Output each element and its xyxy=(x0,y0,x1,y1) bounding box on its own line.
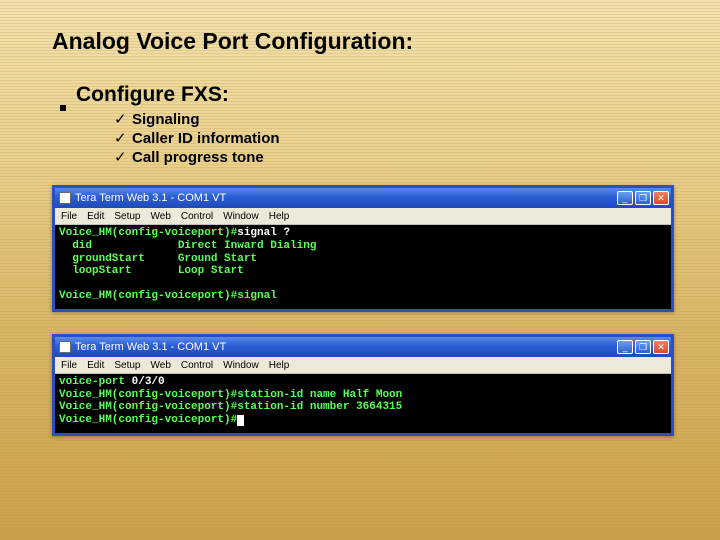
list-item: ✓ Call progress tone xyxy=(114,149,680,168)
term-line: Voice_HM(config-voiceport)#station-id na… xyxy=(59,389,402,401)
window-titlebar: Tera Term Web 3.1 - COM1 VT _ ❐ ✕ xyxy=(55,188,671,208)
menu-web[interactable]: Web xyxy=(151,360,171,371)
close-button[interactable]: ✕ xyxy=(653,340,669,354)
minimize-button[interactable]: _ xyxy=(617,191,633,205)
sub-list: ✓ Signaling ✓ Caller ID information ✓ Ca… xyxy=(114,111,680,167)
app-icon xyxy=(59,341,71,353)
terminal-window-2: Tera Term Web 3.1 - COM1 VT _ ❐ ✕ File E… xyxy=(52,334,674,436)
menu-control[interactable]: Control xyxy=(181,360,213,371)
menu-window[interactable]: Window xyxy=(223,211,259,222)
term-line: Voice_HM(config-voiceport)# xyxy=(59,227,237,239)
term-line: groundStart Ground Start xyxy=(59,253,257,265)
app-icon xyxy=(59,192,71,204)
window-title: Tera Term Web 3.1 - COM1 VT xyxy=(75,341,617,353)
menu-window[interactable]: Window xyxy=(223,360,259,371)
terminal-window-1: Tera Term Web 3.1 - COM1 VT _ ❐ ✕ File E… xyxy=(52,185,674,312)
window-titlebar: Tera Term Web 3.1 - COM1 VT _ ❐ ✕ xyxy=(55,337,671,357)
term-line: voice-port xyxy=(59,376,132,388)
term-line: Voice_HM(config-voiceport)#signal xyxy=(59,290,277,302)
sub-text: Signaling xyxy=(132,111,200,130)
check-icon: ✓ xyxy=(114,130,132,149)
terminal-body[interactable]: Voice_HM(config-voiceport)#signal ? did … xyxy=(55,225,671,309)
menu-help[interactable]: Help xyxy=(269,360,290,371)
term-line: Voice_HM(config-voiceport)# xyxy=(59,414,237,426)
menu-edit[interactable]: Edit xyxy=(87,360,104,371)
sub-text: Caller ID information xyxy=(132,130,280,149)
bullet-icon xyxy=(60,105,66,111)
list-item: ✓ Signaling xyxy=(114,111,680,130)
menu-file[interactable]: File xyxy=(61,360,77,371)
check-icon: ✓ xyxy=(114,149,132,168)
menu-control[interactable]: Control xyxy=(181,211,213,222)
bullet-text: Configure FXS: xyxy=(76,83,229,107)
check-icon: ✓ xyxy=(114,111,132,130)
close-button[interactable]: ✕ xyxy=(653,191,669,205)
menu-edit[interactable]: Edit xyxy=(87,211,104,222)
cursor-icon xyxy=(237,415,244,426)
menu-web[interactable]: Web xyxy=(151,211,171,222)
term-line: loopStart Loop Start xyxy=(59,265,244,277)
window-menubar: File Edit Setup Web Control Window Help xyxy=(55,357,671,374)
maximize-button[interactable]: ❐ xyxy=(635,340,651,354)
window-title: Tera Term Web 3.1 - COM1 VT xyxy=(75,192,617,204)
maximize-button[interactable]: ❐ xyxy=(635,191,651,205)
window-menubar: File Edit Setup Web Control Window Help xyxy=(55,208,671,225)
list-item: ✓ Caller ID information xyxy=(114,130,680,149)
menu-setup[interactable]: Setup xyxy=(114,211,140,222)
sub-text: Call progress tone xyxy=(132,149,264,168)
menu-file[interactable]: File xyxy=(61,211,77,222)
term-line: Voice_HM(config-voiceport)#station-id nu… xyxy=(59,401,402,413)
minimize-button[interactable]: _ xyxy=(617,340,633,354)
menu-help[interactable]: Help xyxy=(269,211,290,222)
bullet-row: Configure FXS: xyxy=(60,83,680,107)
term-line: 0/3/0 xyxy=(132,376,165,388)
term-line: signal ? xyxy=(237,227,290,239)
menu-setup[interactable]: Setup xyxy=(114,360,140,371)
page-title: Analog Voice Port Configuration: xyxy=(52,28,680,55)
terminal-body[interactable]: voice-port 0/3/0 Voice_HM(config-voicepo… xyxy=(55,374,671,433)
term-line: did Direct Inward Dialing xyxy=(59,240,316,252)
